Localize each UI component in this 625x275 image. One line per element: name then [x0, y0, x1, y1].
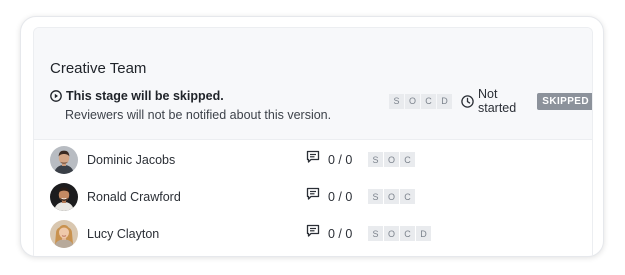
decision-chip: S: [368, 226, 383, 241]
decision-chip: C: [421, 93, 436, 109]
comment-count: 0 / 0: [328, 152, 353, 167]
stage-header: Creative Team This stage will be skipped…: [34, 28, 592, 140]
decision-chip: S: [368, 189, 383, 204]
decision-chip: D: [437, 93, 452, 109]
notification-note: Reviewers will not be notified about thi…: [65, 108, 332, 122]
comment-count: 0 / 0: [328, 226, 353, 241]
skip-message: This stage will be skipped.: [66, 89, 224, 103]
stage-decision-chips: S O C D: [389, 93, 453, 109]
comment-count: 0 / 0: [328, 189, 353, 204]
clock-icon: [461, 94, 474, 108]
play-circle-icon: [50, 90, 62, 102]
reviewer-row: Dominic Jacobs 0 / 0 S O C: [34, 141, 592, 178]
stage-panel: Creative Team This stage will be skipped…: [33, 27, 593, 256]
comment-icon: [306, 150, 320, 169]
decision-chip: S: [368, 152, 383, 167]
reviewer-row: Ronald Crawford 0 / 0 S O C: [34, 178, 592, 215]
comments-indicator[interactable]: 0 / 0: [306, 187, 352, 206]
stage-status-group: S O C D Not started SKIPPED: [389, 87, 592, 115]
decision-chip: O: [384, 152, 399, 167]
decision-chip: O: [405, 93, 420, 109]
reviewer-list: Dominic Jacobs 0 / 0 S O C Ronald Crawfo…: [34, 140, 592, 252]
reviewer-decision-chips: S O C: [368, 189, 416, 204]
decision-chip: O: [384, 226, 399, 241]
avatar: [50, 182, 78, 211]
comments-indicator[interactable]: 0 / 0: [306, 224, 352, 243]
comments-indicator[interactable]: 0 / 0: [306, 150, 352, 169]
reviewer-decision-chips: S O C: [368, 152, 416, 167]
skip-notice: This stage will be skipped.: [50, 89, 224, 103]
status-text: Not started: [478, 87, 517, 115]
decision-chip: C: [400, 226, 415, 241]
reviewer-name[interactable]: Lucy Clayton: [87, 227, 159, 241]
avatar: [50, 219, 78, 248]
reviewer-row: Lucy Clayton 0 / 0 S O C D: [34, 215, 592, 252]
review-stage-card: Creative Team This stage will be skipped…: [20, 16, 604, 257]
decision-chip: C: [400, 189, 415, 204]
reviewer-decision-chips: S O C D: [368, 226, 432, 241]
decision-chip: C: [400, 152, 415, 167]
decision-chip: O: [384, 189, 399, 204]
reviewer-name[interactable]: Dominic Jacobs: [87, 153, 175, 167]
avatar: [50, 145, 78, 174]
reviewer-name[interactable]: Ronald Crawford: [87, 190, 181, 204]
decision-chip: S: [389, 93, 404, 109]
stage-title: Creative Team: [50, 60, 147, 77]
decision-chip: D: [416, 226, 431, 241]
comment-icon: [306, 224, 320, 243]
status-badge: SKIPPED: [537, 92, 592, 110]
comment-icon: [306, 187, 320, 206]
